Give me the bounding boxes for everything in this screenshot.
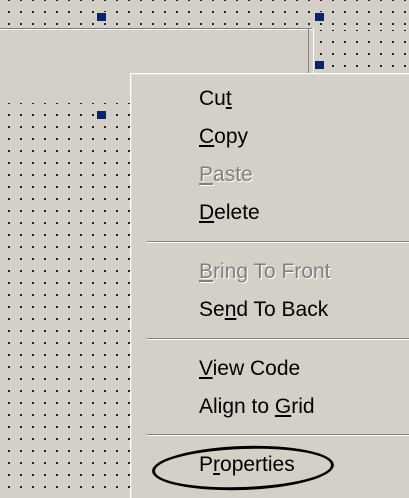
menu-separator	[147, 241, 409, 243]
mnemonic-letter: P	[199, 163, 214, 186]
mnemonic-letter: D	[199, 201, 215, 224]
selection-handle-icon[interactable]	[96, 110, 107, 120]
mnemonic-letter: V	[199, 357, 213, 380]
menu-item-send-to-back[interactable]: Send To Back	[199, 295, 328, 325]
menu-item-paste[interactable]: Paste	[199, 160, 253, 190]
mnemonic-letter: C	[199, 125, 215, 148]
menu-separator	[147, 434, 409, 436]
menu-item-cut[interactable]: Cut	[199, 84, 232, 114]
mnemonic-letter: n	[224, 298, 237, 321]
menu-item-align-to-grid[interactable]: Align to Grid	[199, 392, 315, 422]
menu-item-view-code[interactable]: View Code	[199, 354, 300, 384]
mnemonic-letter: t	[225, 87, 232, 110]
context-menu: Cut Copy Paste Delete Bring To Front Sen…	[130, 73, 409, 498]
menu-item-delete[interactable]: Delete	[199, 198, 260, 228]
design-surface-top[interactable]	[0, 0, 409, 30]
selection-handle-icon[interactable]	[314, 60, 325, 70]
design-surface-left[interactable]	[0, 103, 130, 497]
menu-separator	[147, 338, 409, 340]
menu-item-bring-to-front[interactable]: Bring To Front	[199, 257, 331, 287]
selection-handle-icon[interactable]	[96, 12, 107, 22]
menu-item-copy[interactable]: Copy	[199, 122, 248, 152]
selection-handle-icon[interactable]	[314, 12, 325, 22]
mnemonic-letter: G	[274, 395, 292, 418]
mnemonic-letter: B	[199, 260, 214, 283]
